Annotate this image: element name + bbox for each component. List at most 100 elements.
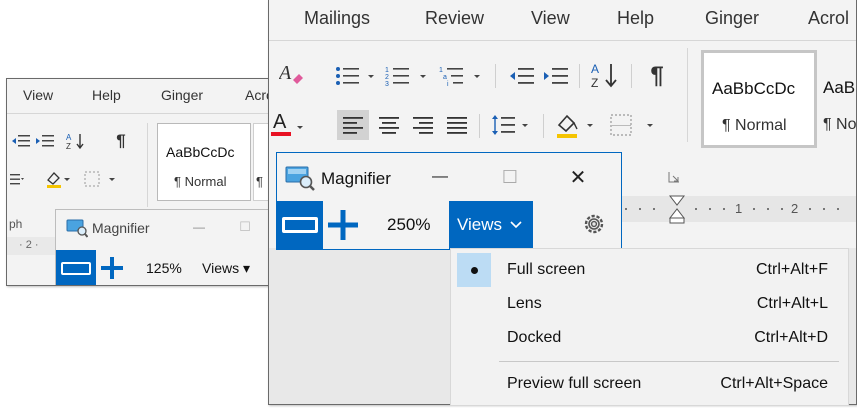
clear-formatting-icon[interactable]: A [279,62,305,86]
paragraph-group-label: ph [9,217,23,231]
ruler-tick [709,208,711,210]
tab-mailings[interactable]: Mailings [304,8,370,29]
magnifier-title: Magnifier [92,220,150,236]
views-dropdown-button[interactable]: Views [449,201,533,249]
svg-text:A: A [279,62,292,84]
bullets-icon[interactable] [335,64,379,88]
group-separator [579,64,580,88]
style-label-text-2: ¶ No [823,116,857,133]
tab-review[interactable]: Review [425,8,484,29]
style-label-partial: ¶ [256,174,263,189]
ruler-tick [823,208,825,210]
align-center-icon[interactable] [373,110,405,140]
menu-item-label: Full screen [507,261,586,278]
menu-item-shortcut: Ctrl+Alt+Space [720,375,828,392]
style-normal-tile[interactable]: AaBbCcDc ¶ Normal [157,123,251,201]
minimize-button[interactable]: — [417,163,463,191]
menu-item-label: Docked [507,329,562,346]
decrease-indent-icon[interactable] [509,64,535,88]
zoom-level: 250% [387,215,431,234]
back-word-window: View Help Ginger Acro AZ ¶ AaBbCcDc ¶ No… [6,78,290,286]
menu-item-lens[interactable]: Lens Ctrl+Alt+L [451,287,848,321]
ruler-tick [639,208,641,210]
views-menu: Full screen Ctrl+Alt+F Lens Ctrl+Alt+L D… [450,248,849,406]
ruler-tick [809,208,811,210]
ruler-tick [837,208,839,210]
style-label-text: ¶ Normal [174,174,227,189]
ruler-tick [653,208,655,210]
decrease-indent-icon[interactable] [11,133,31,149]
menu-item-shortcut: Ctrl+Alt+F [755,261,828,278]
svg-text:Z: Z [591,76,598,89]
style-no-spacing-tile[interactable]: AaB ¶ No [817,50,857,142]
tab-view[interactable]: View [23,87,53,103]
views-dropdown-button[interactable]: Views ▾ [202,260,250,277]
ruler-tick [753,208,755,210]
align-left-button[interactable] [337,110,369,140]
font-color-icon[interactable]: A [271,108,307,140]
shading-icon[interactable] [45,169,71,189]
tab-view[interactable]: View [531,8,570,29]
tab-ginger[interactable]: Ginger [705,8,759,29]
menu-item-docked[interactable]: Docked Ctrl+Alt+D [451,321,848,355]
plus-icon [101,257,123,279]
sort-icon[interactable]: AZ [65,131,87,151]
zoom-level: 125% [146,260,182,276]
ribbon-divider [269,40,856,41]
pilcrow-icon[interactable]: ¶ [645,62,669,90]
menu-item-preview-full-screen[interactable]: Preview full screen Ctrl+Alt+Space [451,367,848,401]
style-normal-tile[interactable]: AaBbCcDc ¶ Normal [701,50,817,148]
borders-icon[interactable] [83,169,117,189]
increase-indent-icon[interactable] [543,64,569,88]
tab-help[interactable]: Help [617,8,654,29]
ruler-tick [695,208,697,210]
zoom-in-button[interactable] [327,209,359,241]
indent-marker-icon[interactable] [667,194,687,224]
increase-indent-icon[interactable] [35,133,55,149]
menu-item-label: Preview full screen [507,375,642,392]
settings-gear-icon[interactable] [579,209,609,239]
svg-text:A: A [273,111,287,133]
style-preview-text-2: AaB [823,78,856,97]
shading-icon[interactable] [555,110,601,140]
maximize-button[interactable]: ☐ [232,218,258,236]
minus-icon [282,217,318,233]
style-preview-text: AaBbCcDc [712,79,796,98]
sort-icon[interactable]: AZ [591,60,621,90]
pilcrow-icon[interactable]: ¶ [113,131,129,151]
line-spacing-icon[interactable] [9,171,25,187]
group-separator [495,64,496,88]
menu-item-full-screen[interactable]: Full screen Ctrl+Alt+F [451,253,848,287]
tab-help[interactable]: Help [92,87,121,103]
ruler-number: 1 [735,201,743,216]
multilevel-list-icon[interactable]: 1ai [439,64,487,88]
align-right-icon[interactable] [407,110,439,140]
back-magnifier-window: Magnifier — ☐ 125% Views ▾ [55,209,289,285]
line-spacing-icon[interactable] [491,112,533,138]
maximize-button[interactable]: ☐ [487,163,533,191]
justify-icon[interactable] [441,110,473,140]
borders-icon[interactable] [607,110,659,140]
style-preview-text: AaBbCcDc [166,144,235,160]
zoom-in-button[interactable] [100,256,124,280]
tab-ginger[interactable]: Ginger [161,87,203,103]
magnifier-app-icon [285,165,315,191]
zoom-out-button[interactable] [277,201,323,249]
chevron-down-icon [509,219,523,231]
views-label: Views [457,215,503,234]
svg-text:a: a [443,74,447,81]
close-button[interactable]: ✕ [555,163,601,191]
tab-acrobat[interactable]: Acrol [808,8,849,29]
svg-text:A: A [66,133,72,142]
zoom-out-button[interactable] [56,250,96,285]
minimize-button[interactable]: — [186,218,212,236]
ruler-text: · 2 · [19,239,39,251]
front-magnifier-window: Magnifier — ☐ ✕ 250% Views [276,152,622,250]
numbering-icon[interactable]: 123 [385,64,431,88]
styles-separator [687,48,688,142]
ruler-tick [723,208,725,210]
dialog-launcher-icon[interactable] [667,170,681,184]
svg-text:A: A [591,62,599,76]
svg-text:1: 1 [439,67,443,74]
magnifier-title: Magnifier [321,169,391,188]
